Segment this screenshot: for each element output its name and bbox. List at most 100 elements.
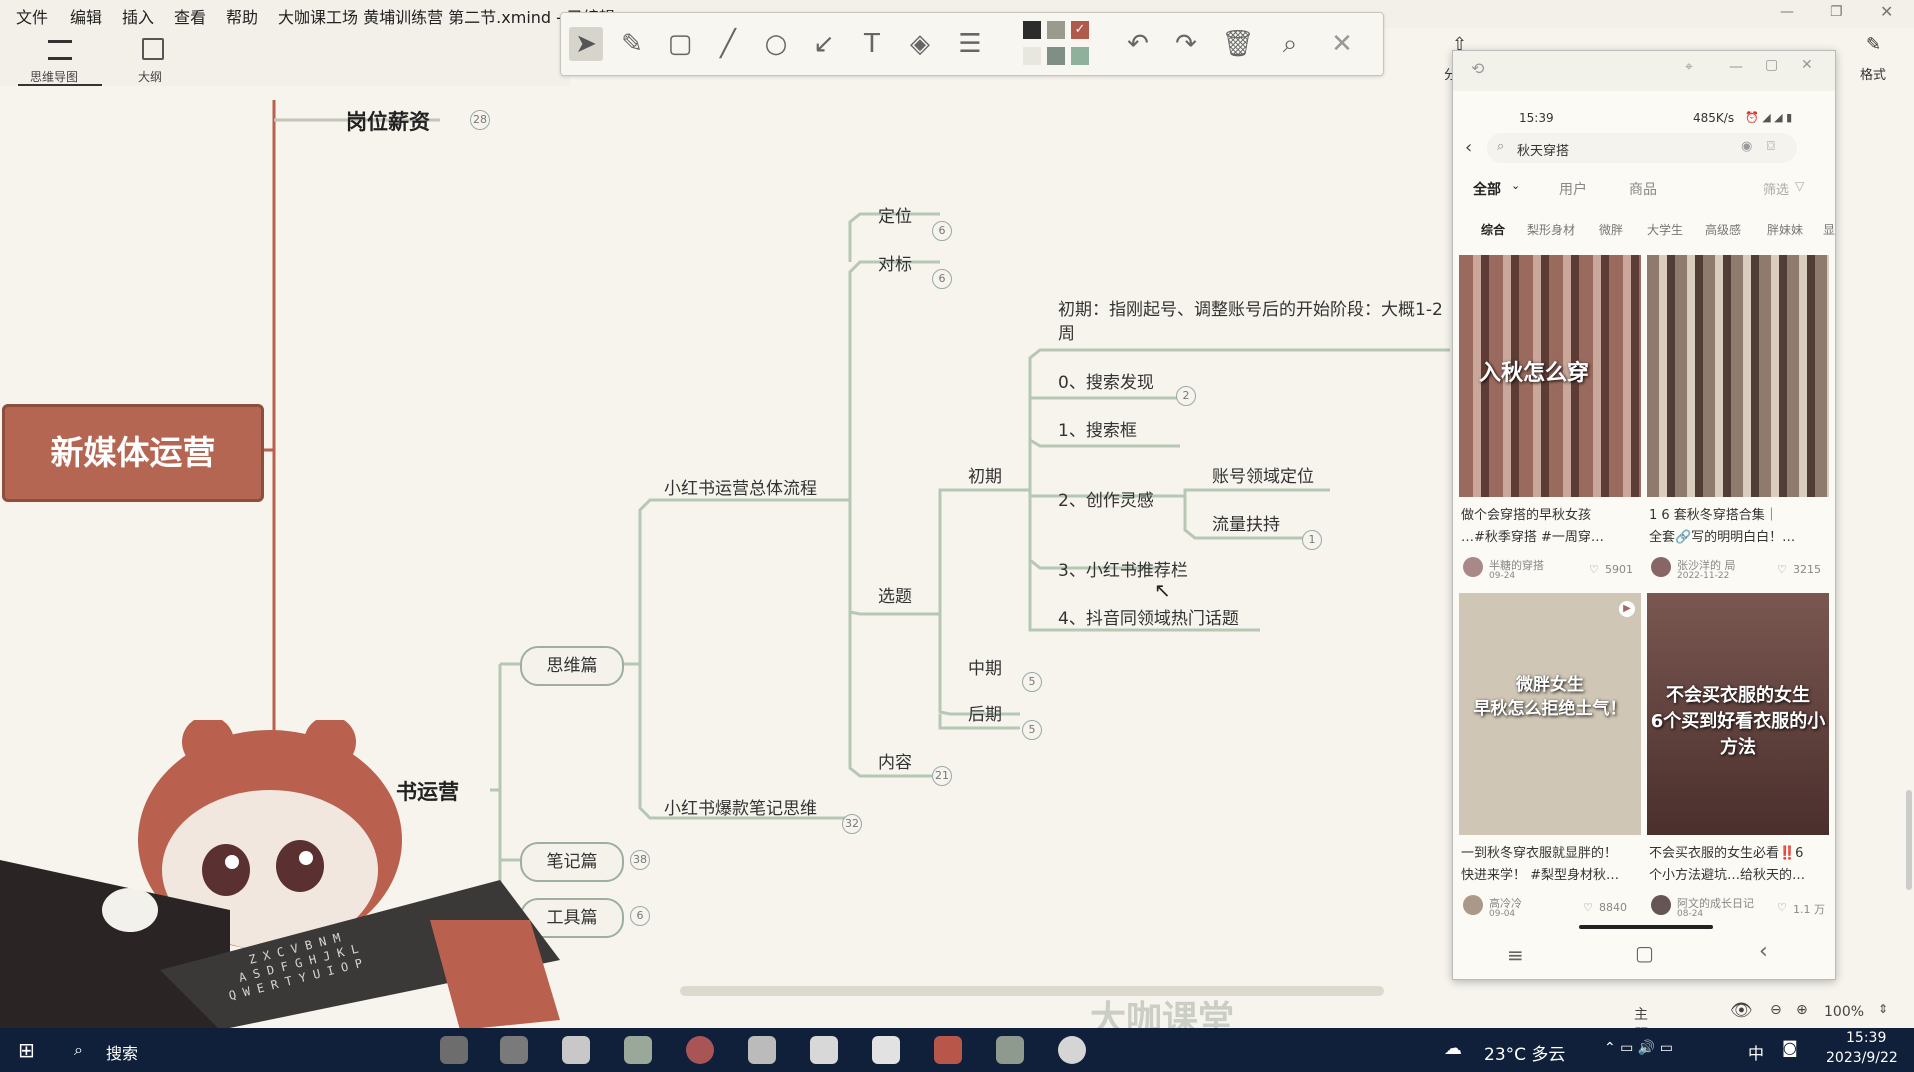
phone-close-icon[interactable]: ✕ (1801, 57, 1813, 73)
chip[interactable]: 梨形身材 (1527, 221, 1575, 238)
note-card[interactable]: 1 6 套秋冬穿搭合集｜ 全套🔗写的明明白白！… 张沙洋的 局 2022-11-… (1647, 255, 1829, 585)
camera-icon[interactable]: ⌼ (1767, 139, 1775, 154)
collapse-count-badge[interactable]: 6 (630, 906, 650, 926)
eye-icon[interactable]: 👁 (1730, 1000, 1753, 1021)
topic-early-phase[interactable]: 初期 (968, 462, 1002, 487)
back-nav-icon[interactable]: ‹ (1759, 939, 1768, 964)
home-icon[interactable]: ▢ (1635, 941, 1654, 965)
chip[interactable]: 高级感 (1705, 221, 1741, 238)
topic-thinking[interactable]: 思维篇 (520, 646, 624, 686)
windows-taskbar: ⊞ ⌕ 搜索 ☁ 23°C 多云 ⌃ ▭ 🔊 ▭ 中 ◙ 15:39 2023/… (0, 1028, 1914, 1072)
note-card[interactable]: 不会买衣服的女生 6个买到好看衣服的小方法 不会买衣服的女生必看‼️6 个小方法… (1647, 593, 1829, 929)
root-topic[interactable]: 新媒体运营 (2, 404, 264, 502)
streamer-avatar-illustration: Q W E R T Y U I O P A S D F G H J K L Z … (0, 720, 560, 1030)
chip-comprehensive[interactable]: 综合 (1481, 221, 1505, 238)
topic-positioning[interactable]: 定位 (878, 202, 912, 227)
zoom-level[interactable]: 100% (1824, 1004, 1864, 1020)
pin-icon[interactable]: ⌖ (1685, 59, 1693, 75)
note-likes: 5901 (1605, 563, 1633, 576)
collapse-count-badge[interactable]: 32 (842, 814, 862, 834)
chip[interactable]: 胖妹妹 (1767, 221, 1803, 238)
filter-icon[interactable]: ▽ (1795, 179, 1804, 193)
phone-window-titlebar: ⟲ ⌖ — ▢ ✕ (1453, 51, 1835, 91)
zoom-stepper-icon[interactable]: ⇕ (1878, 1002, 1888, 1016)
topic-topic-selection[interactable]: 选题 (878, 582, 912, 607)
topic-content[interactable]: 内容 (878, 748, 912, 773)
topic-traffic-support[interactable]: 流量扶持 (1212, 510, 1280, 535)
horizontal-scrollbar[interactable] (680, 986, 1384, 996)
tray-app-icon[interactable]: ◙ (1782, 1038, 1798, 1057)
menu-icon[interactable]: ≡ (1507, 943, 1524, 967)
taskbar-search-icon[interactable]: ⌕ (74, 1040, 83, 1060)
taskbar-time[interactable]: 15:39 (1846, 1030, 1886, 1046)
note-likes: 1.1 万 (1793, 903, 1825, 916)
topic-process[interactable]: 小红书运营总体流程 (664, 474, 817, 499)
taskbar-app-icon[interactable] (810, 1036, 838, 1064)
tray-icons[interactable]: ⌃ ▭ 🔊 ▭ (1604, 1040, 1673, 1056)
phone-search-bar[interactable]: ⌕ 秋天穿搭 ◉ ⌼ (1487, 133, 1797, 163)
phone-minimize-icon[interactable]: — (1729, 59, 1743, 75)
topic-salary[interactable]: 岗位薪资 (346, 106, 430, 136)
topic-account-positioning[interactable]: 账号领域定位 (1212, 462, 1314, 487)
taskbar-date[interactable]: 2023/9/22 (1826, 1050, 1898, 1066)
taskbar-search[interactable]: 搜索 (106, 1040, 138, 1064)
heart-icon[interactable]: ♡ (1583, 901, 1593, 914)
weather-text[interactable]: 23°C 多云 (1484, 1040, 1565, 1065)
ime-indicator[interactable]: 中 (1748, 1040, 1764, 1064)
music-app-icon[interactable] (562, 1036, 590, 1064)
collapse-count-badge[interactable]: 21 (932, 766, 952, 786)
collapse-count-badge[interactable]: 5 (1022, 672, 1042, 692)
collapse-count-badge[interactable]: 2 (1176, 386, 1196, 406)
collapse-count-badge[interactable]: 1 (1302, 530, 1322, 550)
note-title: 一到秋冬穿衣服就显胖的！ (1461, 846, 1618, 861)
video-play-icon: ▶ (1619, 601, 1635, 617)
collapse-count-badge[interactable]: 6 (932, 269, 952, 289)
heart-icon[interactable]: ♡ (1777, 563, 1787, 576)
note-card[interactable]: 入秋怎么穿 做个会穿搭的早秋女孩 …#秋季穿搭 #一周穿… 半糖的穿搭 09-2… (1459, 255, 1641, 585)
rotate-icon[interactable]: ⟲ (1471, 59, 1484, 78)
taskbar-app-icon[interactable] (748, 1036, 776, 1064)
phone-tab-all[interactable]: 全部 (1473, 179, 1501, 199)
collapse-count-badge[interactable]: 5 (1022, 720, 1042, 740)
taskbar-app-icon[interactable] (440, 1036, 468, 1064)
zoom-in-icon[interactable]: ⊕ (1796, 1002, 1808, 1018)
note-card[interactable]: ▶ 微胖女生 早秋怎么拒绝土气！ 一到秋冬穿衣服就显胖的！ 快进来学！ #梨型身… (1459, 593, 1641, 929)
note-likes: 3215 (1793, 563, 1821, 576)
taskbar-app-icon[interactable] (500, 1036, 528, 1064)
back-icon[interactable]: ‹ (1465, 137, 1472, 158)
topic-early-note[interactable]: 初期：指刚起号、调整账号后的开始阶段：大概1-2周 (1058, 298, 1456, 348)
phone-filter-chips: 综合 梨形身材 微胖 大学生 高级感 胖妹妹 显 (1453, 217, 1835, 241)
note-title: 不会买衣服的女生必看‼️6 (1649, 846, 1804, 861)
topic-step-1[interactable]: 1、搜索框 (1058, 416, 1137, 441)
topic-mid-phase[interactable]: 中期 (968, 654, 1002, 679)
mic-icon[interactable]: ◉ (1741, 139, 1752, 154)
browser-icon[interactable] (686, 1036, 714, 1064)
topic-step-0[interactable]: 0、搜索发现 (1058, 368, 1154, 393)
phone-app-icon[interactable] (872, 1036, 900, 1064)
collapse-count-badge[interactable]: 38 (630, 850, 650, 870)
collapse-count-badge[interactable]: 6 (932, 221, 952, 241)
taskbar-app-icon[interactable] (1058, 1036, 1086, 1064)
folder-icon[interactable] (996, 1036, 1024, 1064)
phone-maximize-icon[interactable]: ▢ (1765, 57, 1778, 73)
phone-tab-goods[interactable]: 商品 (1629, 179, 1657, 199)
chip[interactable]: 大学生 (1647, 221, 1683, 238)
xmind-app-icon[interactable] (934, 1036, 962, 1064)
taskbar-app-icon[interactable] (624, 1036, 652, 1064)
chip[interactable]: 显 (1823, 221, 1835, 238)
chip[interactable]: 微胖 (1599, 221, 1623, 238)
collapse-count-badge[interactable]: 28 (470, 110, 490, 130)
phone-tab-users[interactable]: 用户 (1559, 179, 1587, 199)
topic-late-phase[interactable]: 后期 (968, 700, 1002, 725)
topic-hot-notes[interactable]: 小红书爆款笔记思维 (664, 794, 817, 819)
heart-icon[interactable]: ♡ (1777, 901, 1787, 914)
windows-start-icon[interactable]: ⊞ (18, 1038, 35, 1062)
topic-benchmark[interactable]: 对标 (878, 250, 912, 275)
heart-icon[interactable]: ♡ (1589, 563, 1599, 576)
topic-step-2[interactable]: 2、创作灵感 (1058, 486, 1154, 511)
topic-step-4[interactable]: 4、抖音同领域热门话题 (1058, 604, 1239, 629)
zoom-out-icon[interactable]: ⊖ (1770, 1002, 1782, 1018)
phone-filter[interactable]: 筛选 (1763, 179, 1789, 198)
vertical-scrollbar[interactable] (1906, 790, 1912, 890)
home-indicator (1579, 925, 1713, 929)
